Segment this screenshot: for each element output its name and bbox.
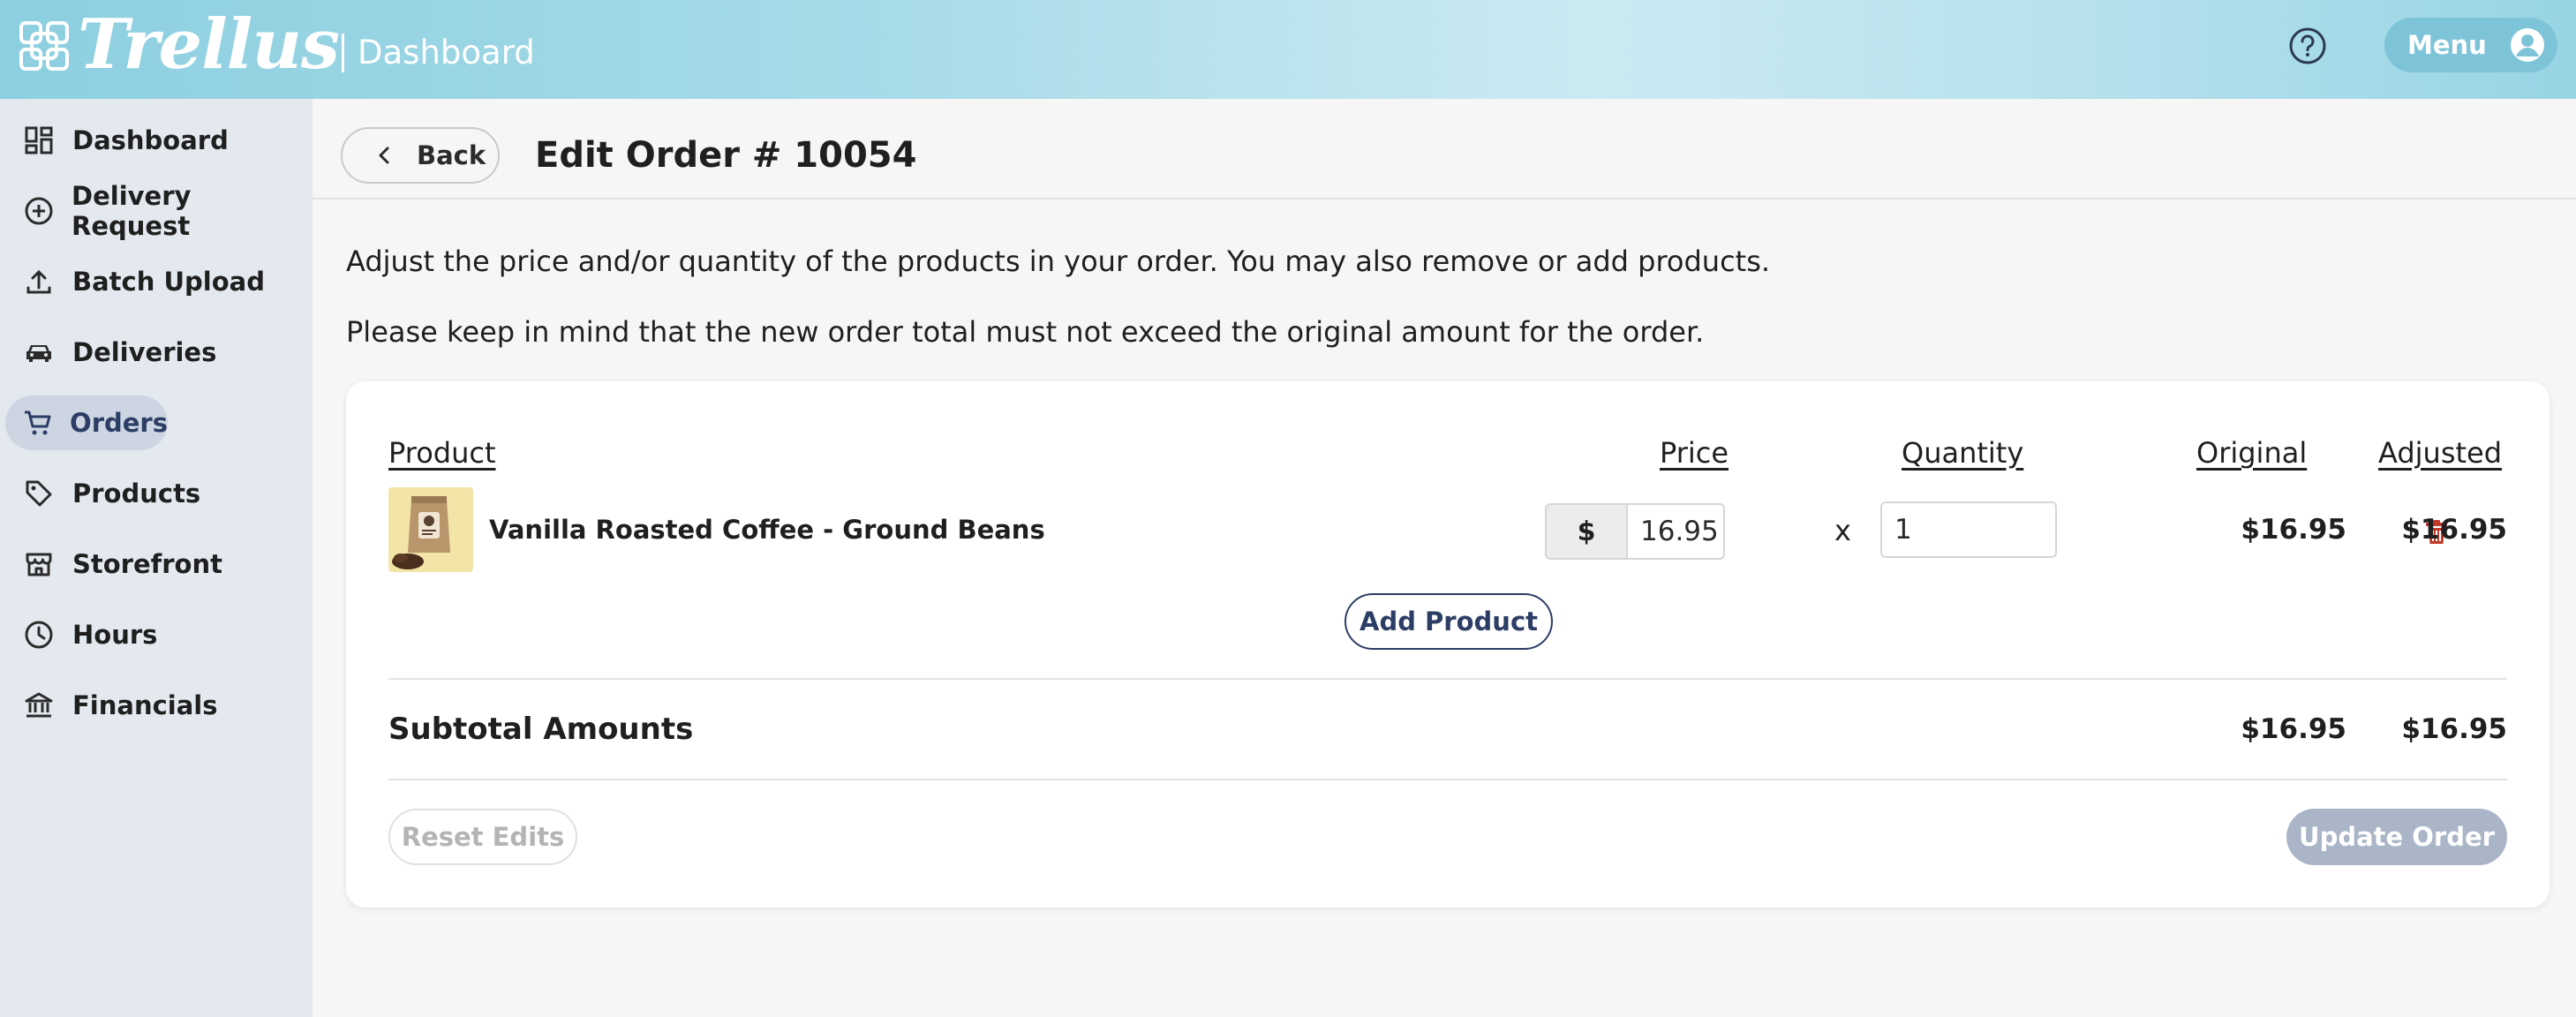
subtotal-adjusted: $16.95 — [2401, 713, 2507, 745]
divider — [388, 779, 2507, 780]
sidebar-item-label: Financials — [72, 690, 218, 720]
page-title: Edit Order # 10054 — [535, 135, 917, 176]
intro-text-2: Please keep in mind that the new order t… — [346, 315, 1705, 349]
sidebar-item-label: Orders — [70, 408, 168, 438]
product-thumbnail — [388, 487, 473, 572]
intro-text-1: Adjust the price and/or quantity of the … — [346, 245, 1771, 278]
storefront-icon — [21, 546, 56, 582]
row-adjusted-amount: $16.95 — [2401, 514, 2507, 546]
plus-circle-icon — [21, 193, 56, 229]
sidebar: Dashboard Delivery Request Batch Upload … — [0, 99, 313, 1017]
app-header: Trellus Dashboard Menu — [0, 0, 2576, 99]
column-header-adjusted: Adjusted — [2378, 436, 2503, 470]
update-order-button[interactable]: Update Order — [2286, 809, 2507, 865]
quantity-field-box — [1880, 501, 2057, 558]
add-product-button[interactable]: Add Product — [1344, 593, 1553, 650]
product-name: Vanilla Roasted Coffee - Ground Beans — [489, 515, 1045, 545]
user-avatar-icon — [2511, 28, 2544, 62]
sidebar-item-financials[interactable]: Financials — [5, 678, 218, 733]
menu-button[interactable]: Menu — [2384, 18, 2557, 72]
sidebar-item-label: Products — [72, 478, 201, 508]
subtotal-label: Subtotal Amounts — [388, 712, 694, 747]
sidebar-item-label: Hours — [72, 620, 158, 650]
multiply-sign: x — [1834, 514, 1851, 547]
currency-prefix: $ — [1547, 505, 1628, 558]
help-icon[interactable] — [2288, 26, 2327, 65]
column-header-quantity: Quantity — [1902, 436, 2024, 470]
back-button[interactable]: Back — [341, 127, 500, 184]
sidebar-item-orders[interactable]: Orders — [5, 396, 168, 450]
sidebar-item-label: Storefront — [72, 549, 222, 579]
price-input-group: $ — [1545, 503, 1725, 560]
sidebar-item-batch-upload[interactable]: Batch Upload — [5, 254, 265, 309]
row-original-amount: $16.95 — [2241, 514, 2346, 546]
upload-icon — [21, 264, 56, 299]
page-topbar: Back Edit Order # 10054 — [313, 99, 2576, 200]
sidebar-item-label: Batch Upload — [72, 267, 265, 297]
tag-icon — [21, 476, 56, 511]
column-header-original: Original — [2196, 436, 2308, 470]
bank-icon — [21, 688, 56, 723]
trellus-logo-icon — [19, 21, 69, 71]
reset-edits-button[interactable]: Reset Edits — [388, 809, 577, 865]
sidebar-item-deliveries[interactable]: Deliveries — [5, 325, 216, 380]
logo-wordmark: Trellus — [78, 4, 340, 85]
subtotal-original: $16.95 — [2241, 713, 2346, 745]
sidebar-item-label: Deliveries — [72, 337, 217, 367]
logo-divider — [342, 34, 344, 72]
cart-icon — [21, 405, 54, 441]
header-section-title: Dashboard — [358, 34, 535, 72]
sidebar-item-dashboard[interactable]: Dashboard — [5, 113, 229, 168]
back-label: Back — [417, 140, 486, 170]
clock-icon — [21, 617, 56, 652]
sidebar-item-products[interactable]: Products — [5, 466, 200, 521]
menu-label: Menu — [2407, 30, 2487, 60]
column-header-product: Product — [388, 436, 496, 470]
sidebar-item-label: Dashboard — [72, 125, 229, 155]
sidebar-item-label: Delivery Request — [72, 181, 192, 241]
dashboard-icon — [21, 123, 56, 158]
order-edit-card: Product Price Quantity Original Adjusted… — [346, 381, 2550, 908]
car-icon — [21, 335, 56, 370]
quantity-input[interactable] — [1882, 503, 2055, 556]
sidebar-item-storefront[interactable]: Storefront — [5, 537, 222, 591]
divider — [388, 678, 2507, 680]
sidebar-item-hours[interactable]: Hours — [5, 607, 157, 662]
price-input[interactable] — [1628, 505, 1723, 558]
column-header-price: Price — [1660, 436, 1729, 470]
chevron-left-icon — [379, 147, 389, 164]
sidebar-item-delivery-request[interactable]: Delivery Request — [5, 181, 313, 241]
